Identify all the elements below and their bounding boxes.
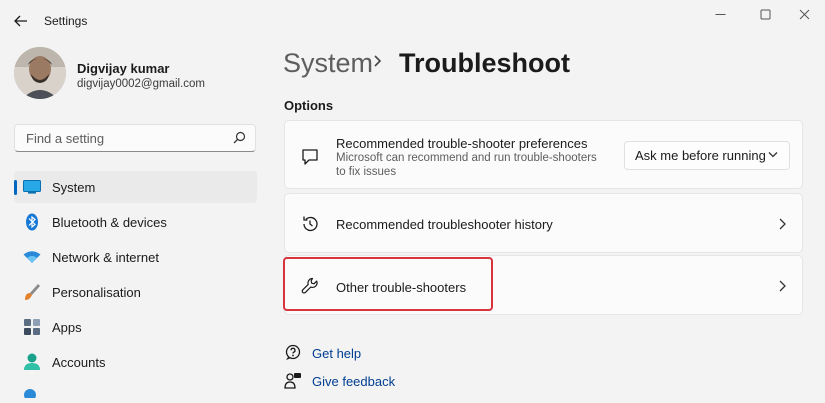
highlight-box xyxy=(283,257,493,311)
chevron-right-icon xyxy=(373,54,382,73)
page-title: Troubleshoot xyxy=(399,48,570,78)
sidebar-item-partial-icon xyxy=(23,385,37,403)
search-icon xyxy=(233,131,246,144)
give-feedback-link[interactable]: Give feedback xyxy=(284,372,395,390)
sidebar-item-label: Bluetooth & devices xyxy=(52,214,167,230)
help-chat-icon xyxy=(284,344,302,362)
maximize-icon xyxy=(760,9,770,19)
feedback-icon xyxy=(284,372,302,390)
search-input[interactable] xyxy=(24,130,228,147)
sidebar-item-label: System xyxy=(52,179,96,195)
breadcrumb-parent[interactable]: System xyxy=(283,48,373,79)
sidebar-item-network[interactable]: Network & internet xyxy=(14,241,257,273)
paintbrush-icon xyxy=(23,283,41,301)
chevron-down-icon xyxy=(768,152,778,158)
get-help-link[interactable]: Get help xyxy=(284,344,361,362)
user-email: digvijay0002@gmail.com xyxy=(77,78,206,90)
history-icon xyxy=(300,214,320,234)
troubleshooter-preferences-card: Recommended trouble-shooter preferences … xyxy=(284,120,803,189)
person-icon xyxy=(23,353,41,371)
dropdown-value: Ask me before running xyxy=(635,148,766,163)
give-feedback-label: Give feedback xyxy=(312,373,396,389)
sidebar-item-label: Personalisation xyxy=(52,284,141,300)
get-help-label: Get help xyxy=(312,345,362,361)
close-icon xyxy=(799,9,809,19)
user-name: Digvijay kumar xyxy=(77,61,170,76)
sidebar-item-label: Accounts xyxy=(52,354,106,370)
wifi-icon xyxy=(23,248,41,266)
sidebar-item-label: Apps xyxy=(52,319,82,335)
chat-bubble-icon xyxy=(300,147,320,167)
bluetooth-icon xyxy=(23,213,41,231)
chevron-right-icon xyxy=(779,218,786,230)
preferences-title: Recommended trouble-shooter preferences xyxy=(336,136,588,151)
sidebar-item-label: Network & internet xyxy=(52,249,159,265)
active-indicator xyxy=(14,180,17,195)
history-title: Recommended troubleshooter history xyxy=(336,217,553,232)
sidebar-item-accounts[interactable]: Accounts xyxy=(14,346,257,378)
system-display-icon xyxy=(23,178,41,196)
preferences-dropdown[interactable]: Ask me before running xyxy=(624,141,790,170)
back-arrow-icon xyxy=(14,15,27,27)
app-title: Settings xyxy=(44,14,88,28)
minimize-icon xyxy=(715,13,725,15)
sidebar-item-system[interactable]: System xyxy=(14,171,257,203)
chevron-right-icon xyxy=(779,280,786,292)
section-heading: Options xyxy=(284,98,334,113)
troubleshooter-history-card[interactable]: Recommended troubleshooter history xyxy=(284,193,803,253)
minimize-button[interactable] xyxy=(697,0,743,28)
apps-icon xyxy=(23,318,41,336)
search-box[interactable] xyxy=(14,124,256,152)
avatar[interactable] xyxy=(14,47,66,99)
sidebar-item-personalisation[interactable]: Personalisation xyxy=(14,276,257,308)
close-button[interactable] xyxy=(781,0,825,28)
back-button[interactable] xyxy=(6,6,36,36)
sidebar-item-apps[interactable]: Apps xyxy=(14,311,257,343)
preferences-description: Microsoft can recommend and run trouble-… xyxy=(336,152,597,178)
avatar-image xyxy=(14,47,66,99)
sidebar-item-bluetooth[interactable]: Bluetooth & devices xyxy=(14,206,257,238)
